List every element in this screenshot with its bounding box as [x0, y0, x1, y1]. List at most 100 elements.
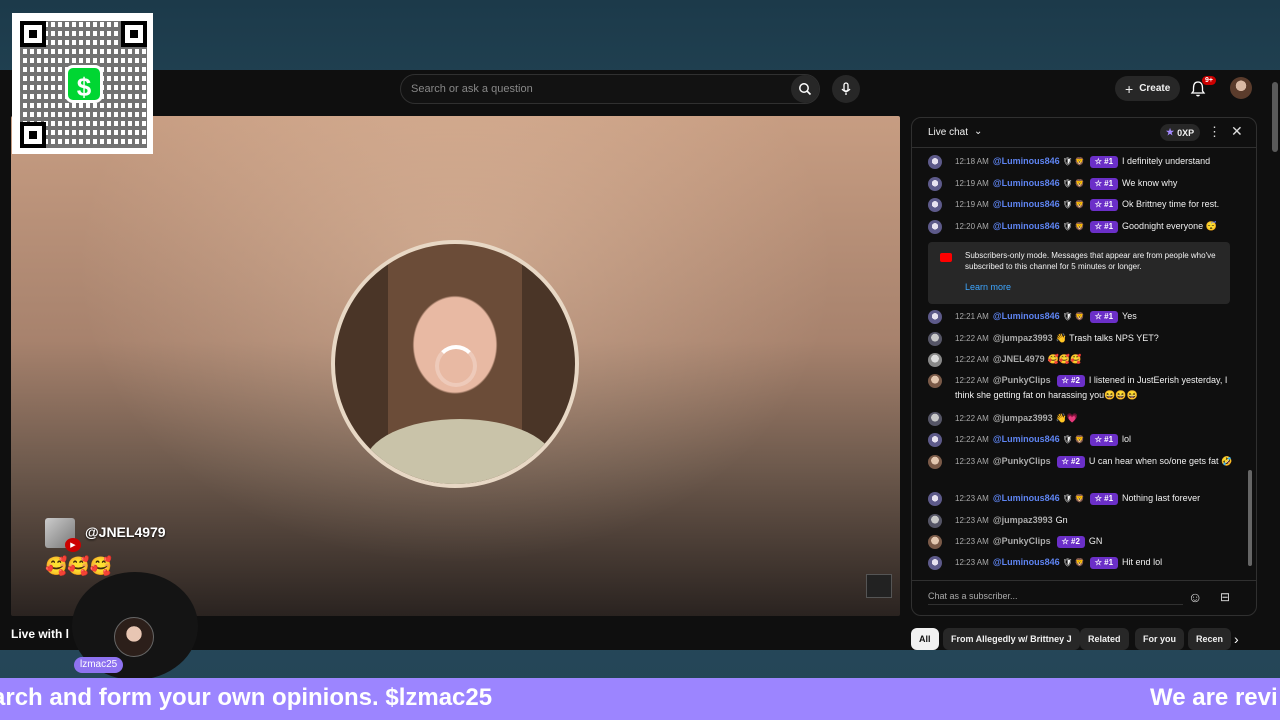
chat-rank-badge: ☆ #1: [1089, 493, 1119, 505]
chat-author-avatar[interactable]: [928, 332, 942, 346]
chat-message-body: 12:22 AM @jumpaz3993 👋 Trash talks NPS YET…: [955, 331, 1237, 346]
viewer-emojis: 🥰🥰🥰: [45, 556, 113, 576]
more-options-icon[interactable]: ⋮: [1208, 124, 1221, 140]
video-player[interactable]: ▶ @JNEL4979 🥰🥰🥰: [11, 116, 900, 616]
chat-rank-badge: ☆ #1: [1089, 434, 1119, 446]
voice-search-button[interactable]: [832, 75, 860, 103]
emoji-icon[interactable]: ☺: [1188, 589, 1202, 605]
chat-author-avatar[interactable]: [928, 433, 942, 447]
chat-author-avatar[interactable]: [928, 353, 942, 367]
star-icon: ☆: [1094, 222, 1105, 231]
live-chat-panel: Live chat ⌄ ★ 0XP ⋮ ✕ 12:18 AM @Luminous8…: [911, 117, 1257, 616]
chat-message-text: Yes: [1122, 311, 1137, 321]
chat-author-avatar[interactable]: [928, 556, 942, 570]
chat-author-name[interactable]: @PunkyClips: [993, 375, 1051, 385]
filter-chip[interactable]: Recen: [1188, 628, 1232, 650]
search-icon: [799, 83, 812, 96]
chat-message-text: GN: [1088, 536, 1103, 546]
chat-author-avatar[interactable]: [928, 155, 942, 169]
chat-author-avatar[interactable]: [928, 412, 942, 426]
filter-chip[interactable]: All: [911, 628, 939, 650]
create-button[interactable]: + Create: [1115, 76, 1181, 101]
chat-timestamp: 12:23 AM: [955, 516, 989, 525]
chat-mode-selector[interactable]: Live chat: [928, 127, 968, 138]
chat-author-name[interactable]: @jumpaz3993: [993, 515, 1053, 525]
close-icon[interactable]: ✕: [1231, 123, 1243, 140]
chat-message-body: 12:23 AM @jumpaz3993 Gn: [955, 513, 1237, 528]
chat-author-name[interactable]: @Luminous846: [993, 557, 1060, 567]
chat-author-avatar[interactable]: [928, 514, 942, 528]
moderator-badge-icon: 🛡: [1062, 222, 1073, 231]
moderator-badge-icon: 🛡: [1062, 435, 1073, 444]
chat-author-avatar[interactable]: [928, 177, 942, 191]
host-avatar: [114, 617, 154, 657]
scrollbar-thumb[interactable]: [1272, 82, 1278, 152]
chat-author-avatar[interactable]: [928, 535, 942, 549]
loading-spinner-icon: [435, 345, 477, 387]
search-input[interactable]: [411, 83, 809, 95]
chat-message-body: 12:23 AM @Luminous846 🛡 🦁 ☆ #1 Nothing last f…: [955, 491, 1237, 506]
chat-author-name[interactable]: @PunkyClips: [993, 536, 1051, 546]
member-badge-icon: 🦁: [1074, 200, 1085, 209]
chat-author-name[interactable]: @PunkyClips: [993, 456, 1051, 466]
chat-rank-badge: ☆ #2: [1056, 536, 1085, 548]
search-box[interactable]: [400, 74, 820, 104]
learn-more-link[interactable]: Learn more: [965, 282, 1011, 293]
chat-timestamp: 12:23 AM: [955, 558, 989, 567]
chat-author-name[interactable]: @jumpaz3993: [993, 333, 1053, 343]
youtube-icon: ▶: [65, 538, 81, 552]
qr-finder: [20, 21, 46, 47]
chat-rank-label: #2: [1071, 537, 1080, 546]
chat-author-avatar[interactable]: [928, 374, 942, 388]
chat-author-avatar[interactable]: [928, 455, 942, 469]
star-icon: ☆: [1094, 494, 1105, 503]
chat-author-name[interactable]: @jumpaz3993: [993, 413, 1053, 423]
chat-author-name[interactable]: @Luminous846: [993, 156, 1060, 166]
chat-timestamp: 12:22 AM: [955, 334, 989, 343]
chat-message-text: Nothing last forever: [1122, 493, 1201, 503]
chat-message-body: 12:19 AM @Luminous846 🛡 🦁 ☆ #1 We know why: [955, 176, 1237, 191]
chat-author-avatar[interactable]: [928, 492, 942, 506]
chevron-right-icon[interactable]: ›: [1234, 631, 1239, 647]
chat-author-avatar[interactable]: [928, 310, 942, 324]
chat-author-name[interactable]: @JNEL4979: [993, 354, 1045, 364]
moderator-badge-icon: 🛡: [1062, 200, 1073, 209]
filter-chip[interactable]: From Allegedly w/ Brittney J: [943, 628, 1080, 650]
chat-author-name[interactable]: @Luminous846: [993, 493, 1060, 503]
plus-icon: +: [1125, 80, 1134, 97]
filter-chip[interactable]: For you: [1135, 628, 1184, 650]
member-badge-icon: 🦁: [1074, 494, 1085, 503]
star-icon: ☆: [1094, 179, 1105, 188]
chat-rank-label: #1: [1104, 435, 1114, 444]
super-chat-icon[interactable]: ⊟: [1220, 590, 1230, 604]
top-bar: + Create 9+: [0, 70, 1280, 108]
ticker-text-next: We are revi: [1150, 684, 1278, 711]
star-icon: ☆: [1061, 376, 1072, 385]
notifications-button[interactable]: 9+: [1190, 76, 1216, 100]
chat-rank-badge: ☆ #1: [1089, 156, 1119, 168]
chat-timestamp: 12:23 AM: [955, 494, 989, 503]
chat-timestamp: 12:20 AM: [955, 222, 989, 231]
search-button[interactable]: [791, 75, 819, 103]
chat-author-name[interactable]: @Luminous846: [993, 199, 1060, 209]
channel-watermark-icon: [866, 574, 892, 598]
chat-author-avatar[interactable]: [928, 198, 942, 212]
chat-author-name[interactable]: @Luminous846: [993, 311, 1060, 321]
xp-badge[interactable]: ★ 0XP: [1160, 124, 1201, 141]
chat-scrollbar[interactable]: [1248, 470, 1252, 566]
chat-rank-label: #1: [1104, 179, 1114, 188]
filter-chip[interactable]: Related: [1080, 628, 1129, 650]
notification-badge: 9+: [1202, 76, 1216, 85]
star-icon: ☆: [1094, 200, 1105, 209]
chat-message-text: 🥰🥰🥰: [1047, 354, 1082, 364]
page-scrollbar[interactable]: [1270, 70, 1280, 650]
chat-input[interactable]: [928, 591, 1183, 605]
chat-author-avatar[interactable]: [928, 220, 942, 234]
chat-author-name[interactable]: @Luminous846: [993, 178, 1060, 188]
chat-author-name[interactable]: @Luminous846: [993, 221, 1060, 231]
chevron-down-icon[interactable]: ⌄: [974, 126, 982, 137]
chat-rank-label: #1: [1104, 312, 1114, 321]
chat-rank-badge: ☆ #1: [1089, 557, 1119, 569]
account-avatar[interactable]: [1230, 77, 1252, 99]
chat-author-name[interactable]: @Luminous846: [993, 434, 1060, 444]
